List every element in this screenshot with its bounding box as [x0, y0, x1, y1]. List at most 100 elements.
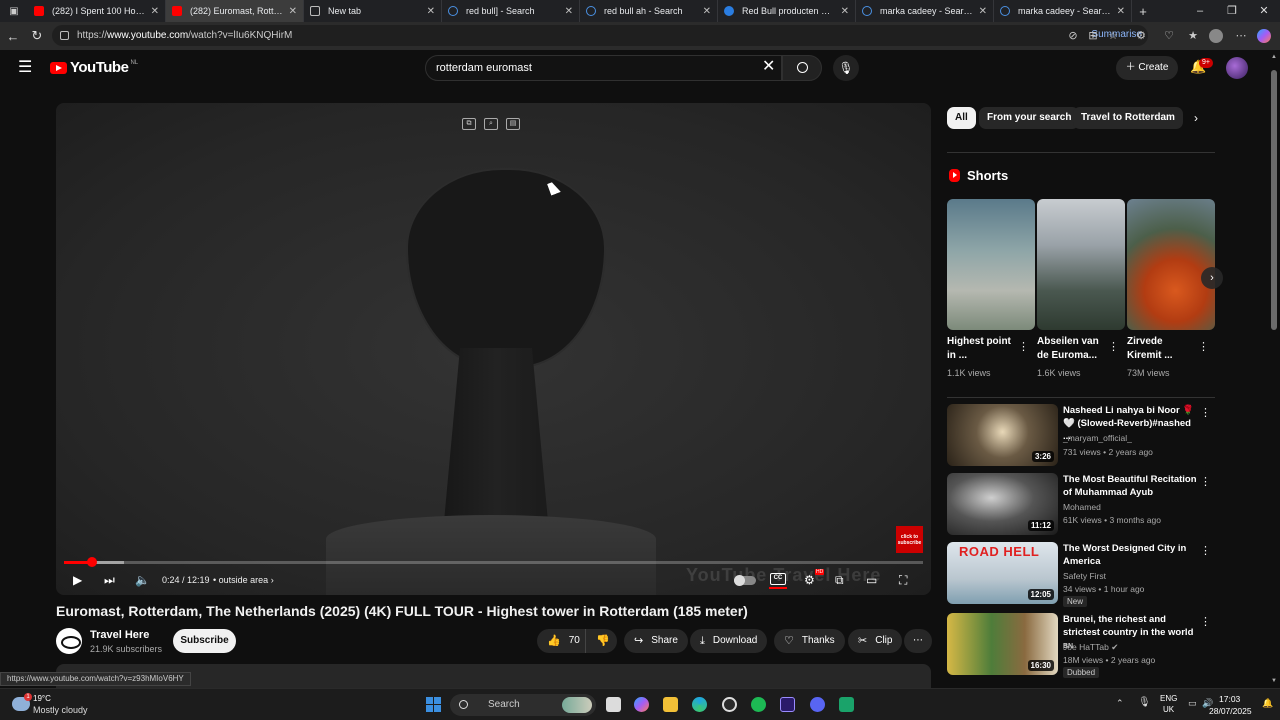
- discord-icon[interactable]: [810, 697, 825, 712]
- progress-scrubber[interactable]: [87, 557, 98, 567]
- video-player[interactable]: ⧉ ⌕ ▤ click to subscribe YouTube Travel …: [56, 103, 931, 595]
- channel-avatar[interactable]: [56, 628, 82, 654]
- save-frame-icon[interactable]: ▤: [506, 118, 520, 130]
- subscribe-button[interactable]: Subscribe: [173, 629, 236, 653]
- progress-bar[interactable]: [64, 557, 923, 567]
- more-vertical-icon[interactable]: ⋮: [1198, 340, 1209, 353]
- video-thumbnail[interactable]: 16:30: [947, 613, 1058, 675]
- read-aloud-icon[interactable]: ⊘: [1066, 29, 1080, 43]
- tab-actions-icon[interactable]: ▣: [0, 6, 28, 17]
- browser-tab[interactable]: red bull ah - Search ✕: [580, 0, 718, 22]
- copilot-taskbar-icon[interactable]: [634, 697, 649, 712]
- search-button[interactable]: [782, 55, 822, 81]
- related-video-title[interactable]: The Worst Designed City in America: [1063, 542, 1197, 568]
- related-video[interactable]: 16:30 Brunei, the richest and strictest …: [947, 613, 1215, 678]
- more-vertical-icon[interactable]: ⋮: [1200, 544, 1211, 557]
- account-avatar[interactable]: [1226, 57, 1248, 79]
- more-vertical-icon[interactable]: ⋮: [1200, 475, 1211, 488]
- page-scrollbar[interactable]: ▲ ▼: [1268, 50, 1280, 686]
- voice-search-icon[interactable]: 🎙: [833, 55, 859, 81]
- address-bar[interactable]: https://www.youtube.com/watch?v=lIu6KNQH…: [52, 25, 1148, 46]
- windows-start-icon[interactable]: [426, 697, 441, 712]
- video-thumbnail[interactable]: 11:12: [947, 473, 1058, 535]
- clock-time[interactable]: 17:03: [1219, 694, 1240, 704]
- browser-tab[interactable]: Red Bull producten bestelle ✕: [718, 0, 856, 22]
- close-tab-icon[interactable]: ✕: [427, 6, 435, 17]
- scroll-down-arrow-icon[interactable]: ▼: [1271, 678, 1277, 684]
- refresh-icon[interactable]: ↻: [24, 28, 50, 44]
- site-info-icon[interactable]: [60, 31, 69, 40]
- chip-from-your-search[interactable]: From your search: [979, 107, 1080, 129]
- browser-tab[interactable]: New tab ✕: [304, 0, 442, 22]
- close-tab-icon[interactable]: ✕: [703, 6, 711, 17]
- chip-all[interactable]: All: [947, 107, 976, 129]
- theater-mode-icon[interactable]: ▭: [866, 571, 877, 589]
- create-button[interactable]: ＋ Create: [1116, 56, 1178, 80]
- short-title[interactable]: Zirvede Kiremit ...: [1127, 335, 1199, 363]
- related-video[interactable]: 11:12 The Most Beautiful Recitation of M…: [947, 473, 1215, 537]
- short-thumbnail[interactable]: [947, 199, 1035, 330]
- related-video-channel[interactable]: Mohamed: [1063, 502, 1101, 512]
- close-window-icon[interactable]: ✕: [1248, 0, 1280, 22]
- dislike-button[interactable]: 👎: [585, 629, 617, 653]
- video-thumbnail[interactable]: ROAD HELL 12:05: [947, 542, 1058, 604]
- short-thumbnail[interactable]: [1127, 199, 1215, 330]
- browser-tab[interactable]: (282) I Spent 100 Hours In ✕: [28, 0, 166, 22]
- edge-browser-icon[interactable]: [692, 697, 707, 712]
- microphone-icon[interactable]: 🎙: [1138, 697, 1151, 708]
- app-icon[interactable]: [839, 697, 854, 712]
- next-video-icon[interactable]: ⏭: [104, 571, 115, 589]
- related-video-channel[interactable]: Safety First: [1063, 571, 1106, 581]
- download-button[interactable]: ⤓ Download: [690, 629, 768, 653]
- copilot-icon[interactable]: [1257, 29, 1271, 43]
- favorite-star-icon[interactable]: ☆: [1106, 29, 1120, 43]
- weather-temperature[interactable]: 19°C: [33, 694, 51, 703]
- browser-tab[interactable]: red bull] - Search ✕: [442, 0, 580, 22]
- favorites-icon[interactable]: ★: [1186, 29, 1200, 43]
- back-arrow-icon[interactable]: ←: [0, 29, 26, 44]
- clear-search-icon[interactable]: ✕: [762, 59, 775, 75]
- related-video[interactable]: 3:26 Nasheed Li nahya bi Noor 🌹🤍 (Slowed…: [947, 404, 1215, 468]
- task-view-icon[interactable]: [606, 697, 621, 712]
- related-video-channel[interactable]: _maryam_official_: [1063, 433, 1132, 443]
- taskbar-search[interactable]: Search: [450, 694, 596, 716]
- settings-gear-icon[interactable]: ⚙: [804, 571, 815, 589]
- split-screen-icon[interactable]: ⊞: [1086, 29, 1100, 43]
- subscribe-watermark[interactable]: click to subscribe: [896, 526, 923, 553]
- related-video-title[interactable]: The Most Beautiful Recitation of Muhamma…: [1063, 473, 1197, 499]
- more-vertical-icon[interactable]: ⋮: [1108, 340, 1119, 353]
- search-input[interactable]: rotterdam euromast: [425, 55, 782, 81]
- weather-description[interactable]: Mostly cloudy: [33, 705, 88, 715]
- file-explorer-icon[interactable]: [663, 697, 678, 712]
- shorts-next-chevron-icon[interactable]: ›: [1201, 267, 1223, 289]
- short-title[interactable]: Highest point in ...: [947, 335, 1019, 363]
- after-effects-icon[interactable]: [780, 697, 795, 712]
- input-language[interactable]: ENG: [1160, 694, 1177, 703]
- youtube-logo[interactable]: YouTube NL: [50, 59, 138, 76]
- miniplayer-icon[interactable]: ⧉: [835, 571, 844, 589]
- clip-button[interactable]: ✂ Clip: [848, 629, 903, 653]
- short-thumbnail[interactable]: [1037, 199, 1125, 330]
- notification-center-icon[interactable]: 🔔: [1262, 698, 1273, 709]
- picture-in-picture-icon[interactable]: ⧉: [462, 118, 476, 130]
- new-tab-button[interactable]: +: [1132, 4, 1154, 19]
- close-tab-icon[interactable]: ✕: [841, 6, 849, 17]
- close-tab-icon[interactable]: ✕: [565, 6, 573, 17]
- chapter-title[interactable]: • outside area ›: [213, 571, 274, 589]
- more-actions-button[interactable]: ⋯: [904, 629, 932, 653]
- browser-essentials-icon[interactable]: ♡: [1162, 29, 1176, 43]
- more-vertical-icon[interactable]: ⋮: [1200, 406, 1211, 419]
- maximize-icon[interactable]: ❐: [1216, 0, 1248, 22]
- input-region[interactable]: UK: [1163, 705, 1174, 714]
- minimize-icon[interactable]: –: [1184, 0, 1216, 22]
- more-menu-icon[interactable]: ⋯: [1234, 29, 1248, 43]
- browser-tab[interactable]: marka cadeey - Search Ima ✕: [994, 0, 1132, 22]
- video-search-icon[interactable]: ⌕: [484, 118, 498, 130]
- clock-date[interactable]: 28/07/2025: [1209, 706, 1252, 716]
- play-icon[interactable]: ▶: [73, 571, 82, 589]
- tray-overflow-chevron-icon[interactable]: ⌃: [1116, 698, 1124, 709]
- thanks-button[interactable]: ♡ Thanks: [774, 629, 845, 653]
- more-vertical-icon[interactable]: ⋮: [1018, 340, 1029, 353]
- close-tab-icon[interactable]: ✕: [1117, 6, 1125, 17]
- channel-name[interactable]: Travel Here: [90, 629, 149, 641]
